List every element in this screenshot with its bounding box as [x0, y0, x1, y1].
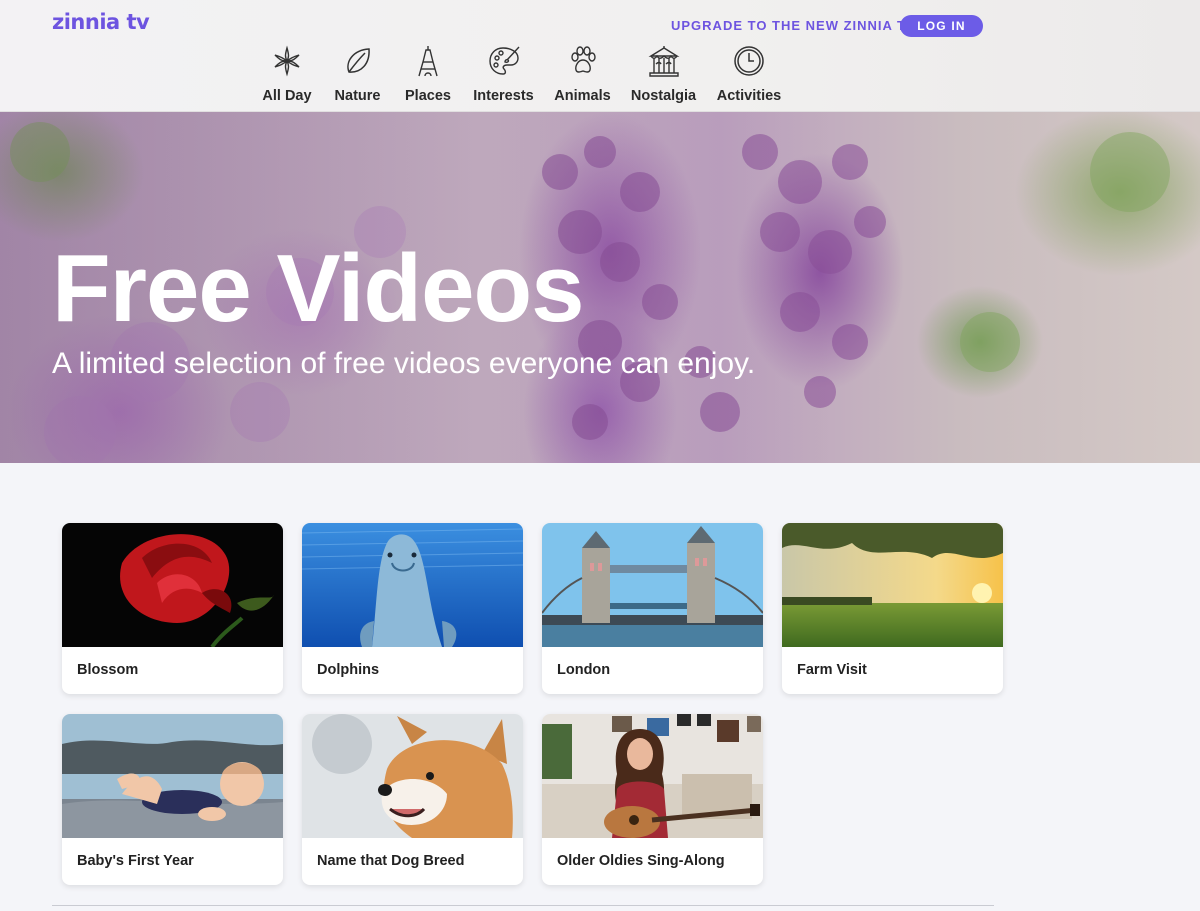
- video-thumbnail: [542, 523, 763, 647]
- eiffel-tower-icon: [411, 44, 445, 78]
- nav-label: All Day: [262, 88, 312, 104]
- leaf-icon: [341, 44, 375, 78]
- video-card-dolphins[interactable]: Dolphins: [302, 523, 523, 694]
- video-card-name-that-dog-breed[interactable]: Name that Dog Breed: [302, 714, 523, 885]
- dolphin-image: [302, 523, 523, 647]
- paint-palette-icon: [487, 44, 521, 78]
- zinnia-tv-logo[interactable]: zinnia tv: [52, 10, 150, 34]
- video-thumbnail: [542, 714, 763, 838]
- login-button[interactable]: LOG IN: [900, 15, 983, 37]
- upgrade-link[interactable]: UPGRADE TO THE NEW ZINNIA TV: [671, 18, 916, 33]
- video-card-london[interactable]: London: [542, 523, 763, 694]
- video-thumbnail: [782, 523, 1003, 647]
- video-title: Name that Dog Breed: [317, 853, 465, 869]
- video-title: London: [557, 662, 611, 678]
- nav-label: Places: [405, 88, 451, 104]
- nav-label: Nature: [334, 88, 381, 104]
- footer-divider: [52, 905, 994, 906]
- asterisk-flower-icon: [270, 44, 304, 78]
- site-header: zinnia tv UPGRADE TO THE NEW ZINNIA TV L…: [0, 0, 1200, 112]
- video-card-older-oldies-sing-along[interactable]: Older Oldies Sing-Along: [542, 714, 763, 885]
- nav-label: Nostalgia: [630, 88, 697, 104]
- farm-field-image: [782, 523, 1003, 647]
- video-thumbnail: [302, 523, 523, 647]
- video-title: Farm Visit: [797, 662, 867, 678]
- tower-bridge-image: [542, 523, 763, 647]
- paw-print-icon: [566, 44, 600, 78]
- hero-subtitle: A limited selection of free videos every…: [52, 347, 756, 380]
- nav-item-nature[interactable]: Nature: [333, 44, 382, 104]
- nav-label: Animals: [554, 88, 611, 104]
- baby-on-beach-image: [62, 714, 283, 838]
- red-rose-image: [62, 523, 283, 647]
- video-title: Dolphins: [317, 662, 380, 678]
- nav-item-places[interactable]: Places: [404, 44, 452, 104]
- video-thumbnail: [302, 714, 523, 838]
- video-card-babys-first-year[interactable]: Baby's First Year: [62, 714, 283, 885]
- hero-banner: Free Videos A limited selection of free …: [0, 112, 1200, 463]
- nav-item-all-day[interactable]: All Day: [262, 44, 312, 104]
- nav-label: Activities: [716, 88, 782, 104]
- nav-item-animals[interactable]: Animals: [553, 44, 612, 104]
- video-card-farm-visit[interactable]: Farm Visit: [782, 523, 1003, 694]
- nav-item-interests[interactable]: Interests: [471, 44, 536, 104]
- video-title: Baby's First Year: [77, 853, 194, 869]
- hero-title: Free Videos: [52, 235, 584, 342]
- clock-icon: [732, 44, 766, 78]
- carousel-icon: [647, 44, 681, 78]
- video-card-blossom[interactable]: Blossom: [62, 523, 283, 694]
- corgi-dog-image: [302, 714, 523, 838]
- video-title: Older Oldies Sing-Along: [557, 853, 725, 869]
- nav-label: Interests: [473, 88, 534, 104]
- video-thumbnail: [62, 714, 283, 838]
- nav-item-activities[interactable]: Activities: [715, 44, 783, 104]
- woman-with-guitar-image: [542, 714, 763, 838]
- video-thumbnail: [62, 523, 283, 647]
- nav-item-nostalgia[interactable]: Nostalgia: [629, 44, 698, 104]
- category-nav: All Day Nature Places Interests Animals …: [0, 44, 1200, 108]
- video-title: Blossom: [77, 662, 139, 678]
